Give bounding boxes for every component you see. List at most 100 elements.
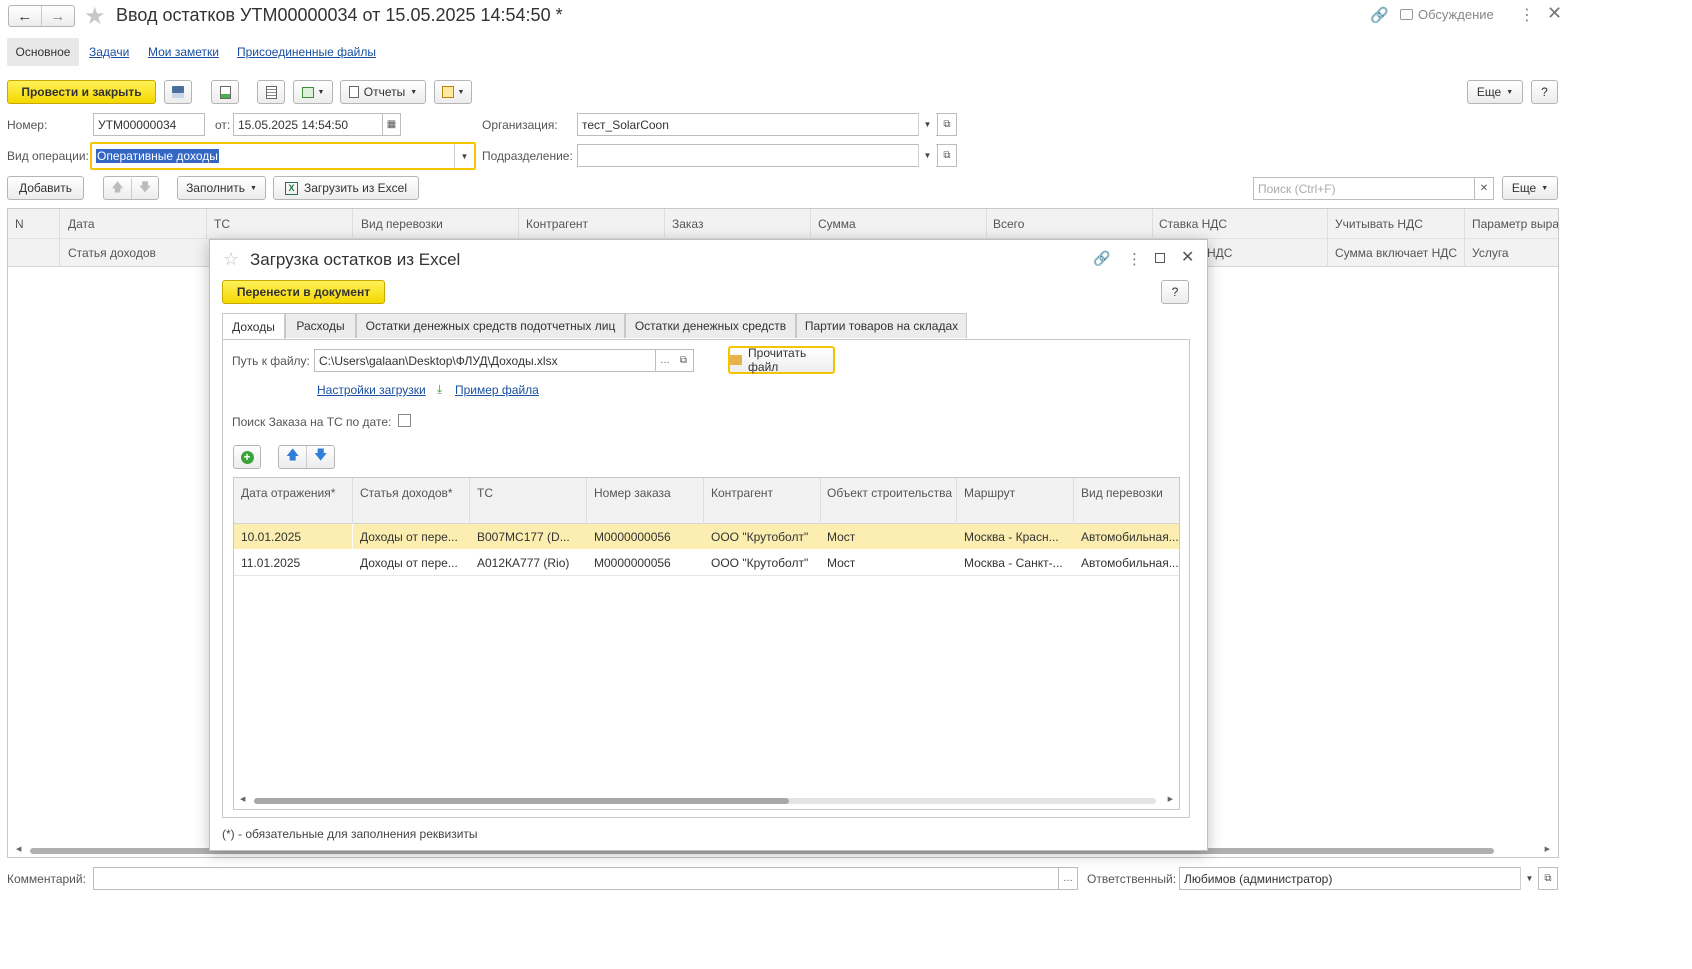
grid-header-route[interactable]: Маршрут [964, 486, 1015, 500]
scroll-right-icon[interactable]: ▶ [1545, 845, 1550, 853]
col-header-transport-type[interactable]: Вид перевозки [361, 217, 443, 231]
department-field[interactable] [577, 144, 938, 167]
comment-field[interactable] [93, 867, 1059, 890]
open-organization-icon[interactable]: ⧉ [938, 113, 957, 136]
dialog-link-icon[interactable]: 🔗 [1093, 250, 1110, 267]
responsible-field[interactable]: Любимов (администратор) [1179, 867, 1539, 890]
link-icon[interactable]: 🔗 [1370, 6, 1389, 24]
move-down-icon[interactable]: 🡇 [131, 177, 158, 199]
col-header-vehicle[interactable]: ТС [214, 217, 230, 231]
tab-accountable-funds[interactable]: Остатки денежных средств подотчетных лиц [356, 313, 625, 338]
chevron-down-icon[interactable]: ▼ [1520, 867, 1538, 890]
table-more-button[interactable]: Еще ▼ [1502, 176, 1558, 200]
grid-header-order-number[interactable]: Номер заказа [594, 486, 671, 500]
save-button[interactable] [164, 80, 192, 104]
tab-panel: Путь к файлу: C:\Users\galaan\Desktop\ФЛ… [222, 339, 1190, 818]
col-header-consider-vat[interactable]: Учитывать НДС [1335, 217, 1423, 231]
grid-add-button[interactable]: + [233, 445, 261, 469]
scroll-left-icon[interactable]: ◀ [16, 845, 21, 853]
favorite-star-icon[interactable]: ★ [84, 2, 106, 31]
open-department-icon[interactable]: ⧉ [938, 144, 957, 167]
grid-cell: Мост [827, 530, 856, 544]
tab-expenses[interactable]: Расходы [285, 313, 356, 338]
more-button[interactable]: Еще ▼ [1467, 80, 1523, 104]
dialog-close-icon[interactable]: ✕ [1181, 247, 1194, 267]
file-path-ellipsis-icon[interactable]: … [655, 349, 675, 372]
col-header-sum[interactable]: Сумма [818, 217, 856, 231]
print-button[interactable]: ▼ [434, 80, 472, 104]
col-header-service[interactable]: Услуга [1472, 246, 1509, 260]
nav-tab-notes[interactable]: Мои заметки [148, 45, 219, 59]
file-path-open-icon[interactable]: ⧉ [674, 349, 694, 372]
tab-income[interactable]: Доходы [222, 313, 285, 339]
grid-header-transport-type[interactable]: Вид перевозки [1081, 486, 1179, 500]
forward-arrow-icon[interactable]: → [42, 6, 75, 26]
grid-horizontal-scrollbar[interactable]: ◀ ▶ [240, 795, 1173, 805]
comment-ellipsis-icon[interactable]: … [1058, 867, 1078, 890]
help-button[interactable]: ? [1531, 80, 1558, 104]
organization-field[interactable]: тест_SolarCoon [577, 113, 938, 136]
dialog-more-icon[interactable]: ⋮ [1127, 250, 1142, 268]
example-file-link[interactable]: Пример файла [455, 383, 539, 397]
load-from-excel-button[interactable]: X Загрузить из Excel [273, 176, 419, 200]
scroll-left-icon[interactable]: ◀ [240, 795, 245, 803]
post-and-close-button[interactable]: Провести и закрыть [7, 80, 156, 104]
table-row[interactable]: 11.01.2025 Доходы от пере... А012КА777 (… [234, 550, 1179, 576]
fill-button[interactable]: Заполнить ▼ [177, 176, 266, 200]
more-vertical-icon[interactable]: ⋮ [1519, 5, 1535, 25]
date-field[interactable]: 15.05.2025 14:54:50 [233, 113, 383, 136]
reports-button[interactable]: Отчеты ▼ [340, 80, 426, 104]
scroll-thumb[interactable] [254, 798, 789, 804]
grid-header-vehicle[interactable]: ТС [477, 486, 493, 500]
nav-tab-main[interactable]: Основное [7, 38, 79, 66]
calendar-icon[interactable]: ▦ [382, 113, 401, 136]
col-header-vat[interactable]: НДС [1207, 246, 1232, 260]
move-down-icon[interactable]: 🡇 [306, 446, 334, 468]
tab-goods-batches[interactable]: Партии товаров на складах [796, 313, 967, 338]
col-header-income-item[interactable]: Статья доходов [68, 246, 156, 260]
grid-header-income-item[interactable]: Статья доходов* [360, 486, 466, 500]
move-up-icon[interactable]: 🡅 [104, 178, 131, 199]
open-responsible-icon[interactable]: ⧉ [1539, 867, 1558, 890]
number-field[interactable]: УТМ00000034 [93, 113, 205, 136]
dialog-maximize-icon[interactable] [1155, 253, 1165, 263]
search-order-checkbox[interactable] [398, 414, 411, 427]
tab-cash-balances[interactable]: Остатки денежных средств [625, 313, 796, 338]
read-file-button[interactable]: Прочитать файл [728, 346, 835, 374]
nav-tab-tasks[interactable]: Задачи [89, 45, 129, 59]
file-path-field[interactable]: C:\Users\galaan\Desktop\ФЛУД\Доходы.xlsx [314, 349, 656, 372]
grid-cell: Доходы от пере... [360, 556, 458, 570]
grid-header-counterparty[interactable]: Контрагент [711, 486, 773, 500]
transfer-to-document-button[interactable]: Перенести в документ [222, 280, 385, 304]
dialog-star-icon[interactable]: ☆ [223, 249, 239, 270]
col-header-counterparty[interactable]: Контрагент [526, 217, 588, 231]
col-header-sum-includes-vat[interactable]: Сумма включает НДС [1335, 246, 1457, 260]
add-row-button[interactable]: Добавить [7, 176, 84, 200]
grid-header-construction-object[interactable]: Объект строительства [827, 486, 955, 500]
nav-tab-files[interactable]: Присоединенные файлы [237, 45, 376, 59]
search-input[interactable]: Поиск (Ctrl+F) [1253, 177, 1475, 200]
col-header-vat-rate[interactable]: Ставка НДС [1159, 217, 1227, 231]
table-row[interactable]: 10.01.2025 Доходы от пере... В007МС177 (… [234, 524, 1179, 549]
move-up-icon[interactable]: 🡅 [279, 446, 306, 468]
discussion-button[interactable]: Обсуждение [1400, 7, 1494, 22]
create-based-on-button[interactable]: ▼ [293, 80, 333, 104]
scroll-right-icon[interactable]: ▶ [1168, 795, 1173, 803]
post-button[interactable] [211, 80, 239, 104]
dialog-help-button[interactable]: ? [1161, 280, 1189, 304]
chevron-down-icon[interactable]: ▼ [454, 144, 474, 168]
load-settings-link[interactable]: Настройки загрузки [317, 383, 426, 397]
operation-type-field[interactable]: Оперативные доходы ▼ [90, 142, 476, 170]
chevron-down-icon[interactable]: ▼ [918, 113, 936, 136]
chevron-down-icon[interactable]: ▼ [918, 144, 936, 167]
document-structure-button[interactable] [257, 80, 285, 104]
col-header-order[interactable]: Заказ [672, 217, 703, 231]
col-header-n[interactable]: N [15, 217, 24, 231]
col-header-total[interactable]: Всего [993, 217, 1024, 231]
clear-search-icon[interactable]: ✕ [1474, 177, 1494, 200]
close-window-icon[interactable]: ✕ [1547, 3, 1562, 24]
grid-header-date[interactable]: Дата отражения* [241, 486, 349, 500]
col-header-param[interactable]: Параметр выра [1472, 217, 1558, 231]
col-header-date[interactable]: Дата [68, 217, 95, 231]
back-arrow-icon[interactable]: ← [9, 6, 42, 26]
